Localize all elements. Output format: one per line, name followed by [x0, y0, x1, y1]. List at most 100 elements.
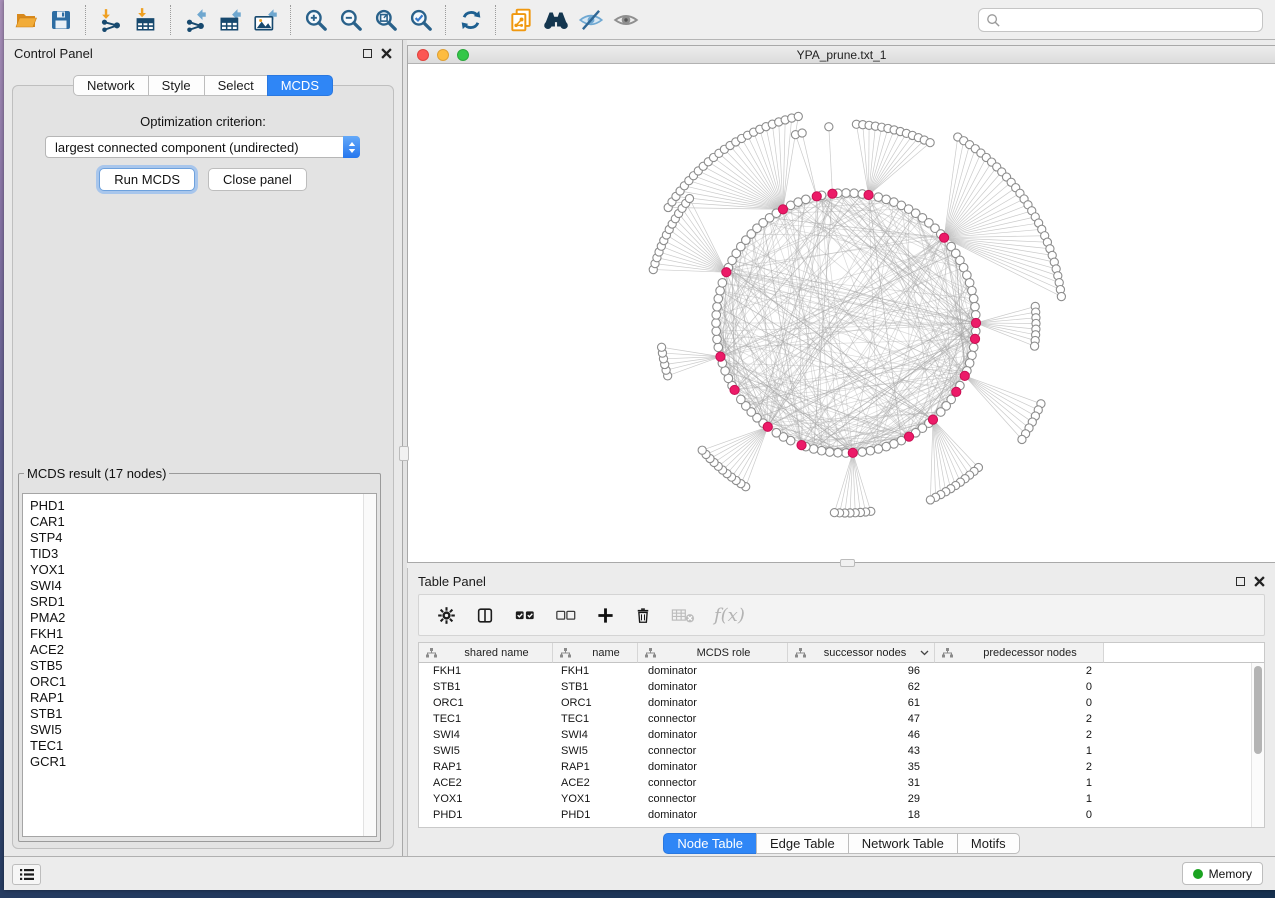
cell-predecessor-nodes[interactable]: 2 [935, 711, 1104, 727]
cell-mcds-role[interactable]: dominator [638, 807, 788, 823]
export-image-icon[interactable] [248, 3, 283, 37]
cell-predecessor-nodes[interactable]: 1 [935, 743, 1104, 759]
first-neighbors-icon[interactable] [538, 3, 573, 37]
mcds-node-item[interactable]: TEC1 [30, 738, 376, 754]
mcds-node-item[interactable]: SRD1 [30, 594, 376, 610]
cell-shared-name[interactable]: YOX1 [419, 791, 553, 807]
cell-successor-nodes[interactable]: 61 [788, 695, 935, 711]
tab-edge-table[interactable]: Edge Table [756, 833, 849, 854]
mcds-node-item[interactable]: ORC1 [30, 674, 376, 690]
export-network-icon[interactable] [178, 3, 213, 37]
table-row[interactable]: SWI5SWI5connector431 [419, 743, 1264, 759]
add-row-icon[interactable] [596, 606, 615, 625]
mcds-node-item[interactable]: PMA2 [30, 610, 376, 626]
mcds-node-item[interactable]: PHD1 [30, 498, 376, 514]
table-row[interactable]: PHD1PHD1dominator180 [419, 807, 1264, 823]
refresh-icon[interactable] [453, 3, 488, 37]
table-divider-grip[interactable] [840, 559, 855, 567]
task-history-button[interactable] [12, 864, 41, 885]
cell-name[interactable]: ACE2 [553, 775, 638, 791]
delete-table-icon[interactable] [671, 607, 695, 624]
import-network-icon[interactable] [93, 3, 128, 37]
zoom-in-icon[interactable] [298, 3, 333, 37]
cell-successor-nodes[interactable]: 47 [788, 711, 935, 727]
cell-shared-name[interactable]: FKH1 [419, 663, 553, 679]
cell-name[interactable]: RAP1 [553, 759, 638, 775]
float-table-panel-button[interactable] [1236, 577, 1245, 586]
window-minimize-icon[interactable] [437, 49, 449, 61]
cell-predecessor-nodes[interactable]: 2 [935, 663, 1104, 679]
cell-shared-name[interactable]: PHD1 [419, 807, 553, 823]
mcds-list-scrollbar[interactable] [363, 494, 376, 836]
mcds-node-item[interactable]: TID3 [30, 546, 376, 562]
deselect-all-icon[interactable] [555, 607, 577, 623]
cell-name[interactable]: SWI5 [553, 743, 638, 759]
cell-successor-nodes[interactable]: 96 [788, 663, 935, 679]
zoom-selected-icon[interactable] [403, 3, 438, 37]
window-close-icon[interactable] [417, 49, 429, 61]
run-mcds-button[interactable]: Run MCDS [99, 168, 195, 191]
cell-predecessor-nodes[interactable]: 2 [935, 759, 1104, 775]
mcds-node-item[interactable]: CAR1 [30, 514, 376, 530]
save-icon[interactable] [43, 3, 78, 37]
column-header-name[interactable]: name [553, 643, 638, 663]
window-maximize-icon[interactable] [457, 49, 469, 61]
tab-motifs[interactable]: Motifs [957, 833, 1020, 854]
table-row[interactable]: YOX1YOX1connector291 [419, 791, 1264, 807]
show-columns-icon[interactable] [475, 606, 495, 625]
cell-predecessor-nodes[interactable]: 0 [935, 807, 1104, 823]
tab-select[interactable]: Select [204, 75, 268, 96]
zoom-out-icon[interactable] [333, 3, 368, 37]
table-row[interactable]: ORC1ORC1dominator610 [419, 695, 1264, 711]
table-row[interactable]: STB1STB1dominator620 [419, 679, 1264, 695]
mcds-node-item[interactable]: STP4 [30, 530, 376, 546]
cell-predecessor-nodes[interactable]: 2 [935, 727, 1104, 743]
column-header-predecessor-nodes[interactable]: predecessor nodes [935, 643, 1104, 663]
import-table-icon[interactable] [128, 3, 163, 37]
mcds-node-item[interactable]: STB5 [30, 658, 376, 674]
table-row[interactable]: ACE2ACE2connector311 [419, 775, 1264, 791]
network-graph[interactable] [408, 64, 1275, 559]
open-file-icon[interactable] [8, 3, 43, 37]
mcds-node-item[interactable]: RAP1 [30, 690, 376, 706]
network-window-titlebar[interactable]: YPA_prune.txt_1 [408, 46, 1275, 64]
select-all-icon[interactable] [514, 607, 536, 623]
settings-gear-icon[interactable] [437, 606, 456, 625]
tab-network[interactable]: Network [73, 75, 149, 96]
cell-name[interactable]: SWI4 [553, 727, 638, 743]
table-scrollbar-thumb[interactable] [1254, 666, 1262, 754]
table-row[interactable]: SWI4SWI4dominator462 [419, 727, 1264, 743]
cell-predecessor-nodes[interactable]: 0 [935, 695, 1104, 711]
cell-name[interactable]: FKH1 [553, 663, 638, 679]
cell-name[interactable]: ORC1 [553, 695, 638, 711]
memory-button[interactable]: Memory [1182, 862, 1263, 885]
cell-shared-name[interactable]: ACE2 [419, 775, 553, 791]
mcds-node-item[interactable]: SWI4 [30, 578, 376, 594]
mcds-node-item[interactable]: ACE2 [30, 642, 376, 658]
cell-successor-nodes[interactable]: 46 [788, 727, 935, 743]
cell-successor-nodes[interactable]: 29 [788, 791, 935, 807]
tab-network-table[interactable]: Network Table [848, 833, 958, 854]
cell-name[interactable]: STB1 [553, 679, 638, 695]
show-all-icon[interactable] [608, 3, 643, 37]
float-panel-button[interactable] [363, 49, 372, 58]
mcds-node-item[interactable]: STB1 [30, 706, 376, 722]
mcds-node-item[interactable]: YOX1 [30, 562, 376, 578]
mcds-result-list[interactable]: PHD1CAR1STP4TID3YOX1SWI4SRD1PMA2FKH1ACE2… [22, 493, 377, 837]
tab-node-table[interactable]: Node Table [663, 833, 757, 854]
table-row[interactable]: FKH1FKH1dominator962 [419, 663, 1264, 679]
cell-mcds-role[interactable]: dominator [638, 663, 788, 679]
mcds-node-item[interactable]: FKH1 [30, 626, 376, 642]
table-scrollbar[interactable] [1251, 663, 1264, 827]
cell-predecessor-nodes[interactable]: 1 [935, 791, 1104, 807]
cell-shared-name[interactable]: RAP1 [419, 759, 553, 775]
cell-mcds-role[interactable]: connector [638, 743, 788, 759]
cell-successor-nodes[interactable]: 18 [788, 807, 935, 823]
tab-style[interactable]: Style [148, 75, 205, 96]
cell-mcds-role[interactable]: dominator [638, 695, 788, 711]
cell-shared-name[interactable]: SWI5 [419, 743, 553, 759]
network-canvas[interactable] [408, 64, 1275, 562]
cell-mcds-role[interactable]: dominator [638, 759, 788, 775]
cell-shared-name[interactable]: SWI4 [419, 727, 553, 743]
column-header-successor-nodes[interactable]: successor nodes [788, 643, 935, 663]
